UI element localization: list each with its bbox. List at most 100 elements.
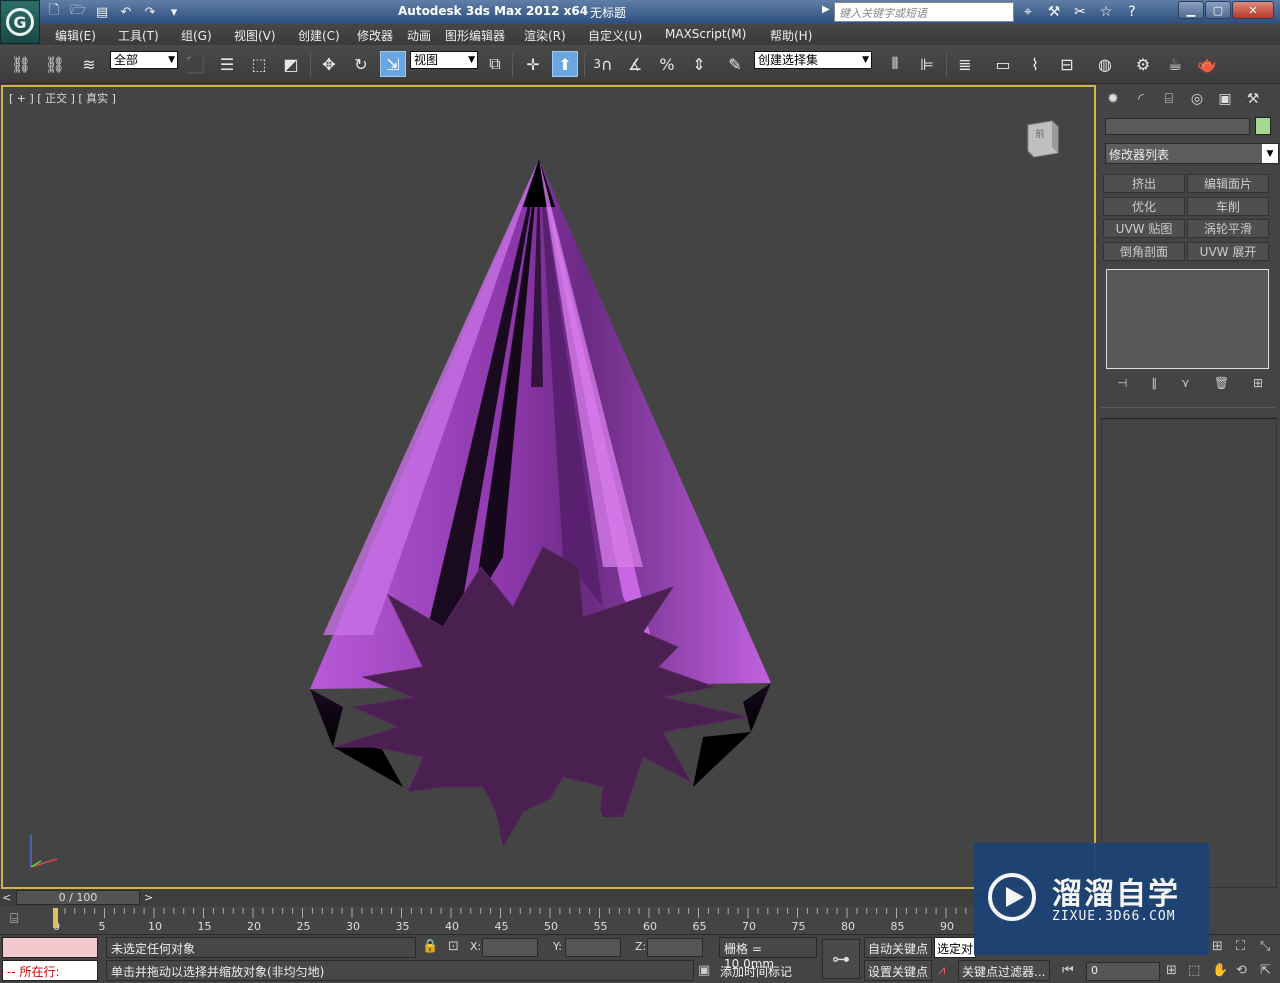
optimize-button[interactable]: 优化 [1103, 197, 1185, 216]
menu-modifiers[interactable]: 修改器 [357, 27, 393, 44]
menu-help[interactable]: 帮助(H) [770, 27, 812, 44]
edit-named-selection-icon[interactable]: ✎ [722, 51, 748, 77]
orbit-icon[interactable]: ⟲ [1236, 963, 1247, 978]
mini-curve-editor-icon[interactable]: ⌸ [10, 911, 32, 929]
select-and-scale-icon[interactable]: ⇲ [380, 51, 406, 77]
menu-views[interactable]: 视图(V) [234, 27, 276, 44]
render-setup-icon[interactable]: ⚙ [1130, 51, 1156, 77]
spinner-snap-icon[interactable]: ⇕ [686, 51, 712, 77]
make-unique-icon[interactable]: ⋎ [1181, 376, 1190, 394]
selection-lock-icon[interactable]: 🔒 [422, 939, 438, 954]
edit-patch-button[interactable]: 编辑面片 [1187, 174, 1269, 193]
menu-graph-editors[interactable]: 图形编辑器 [445, 27, 505, 44]
time-slider-prev-icon[interactable]: < [2, 891, 14, 904]
maximize-toggle-icon[interactable]: ⇱ [1260, 963, 1271, 978]
pivot-center-icon[interactable]: ⧉ [482, 51, 508, 77]
menu-group[interactable]: 组(G) [181, 27, 212, 44]
menu-create[interactable]: 创建(C) [298, 27, 340, 44]
set-key-button[interactable]: 设置关键点 [864, 960, 932, 981]
open-file-icon[interactable]: 🗁 [68, 2, 88, 22]
absolute-mode-icon[interactable]: ⊡ [448, 939, 459, 954]
save-file-icon[interactable]: ▤ [92, 2, 112, 22]
y-coordinate-field[interactable] [565, 938, 621, 957]
track-bar[interactable]: ⌸ 051015202530354045505560657075808590 [0, 906, 980, 934]
x-coordinate-field[interactable] [482, 938, 538, 957]
object-name-field[interactable] [1105, 118, 1250, 135]
show-end-result-icon[interactable]: ∥ [1151, 376, 1157, 394]
maximize-button[interactable]: ▢ [1205, 1, 1231, 19]
modifier-stack[interactable] [1106, 269, 1269, 369]
time-tag-icon[interactable]: ▣ [698, 963, 710, 978]
quick-access-dropdown-icon[interactable]: ▾ [164, 2, 184, 22]
time-slider-next-icon[interactable]: > [144, 891, 156, 904]
help-icon[interactable]: ? [1122, 2, 1142, 22]
search-input[interactable]: 键入关键字或短语 [834, 2, 1014, 22]
select-manipulate-icon[interactable]: ✛ [520, 51, 546, 77]
search-expand-icon[interactable]: ▶ [822, 4, 830, 15]
align-icon[interactable]: ⊫ [914, 51, 940, 77]
display-tab-icon[interactable]: ▣ [1213, 87, 1237, 111]
angle-snap-icon[interactable]: ∡ [622, 51, 648, 77]
maximize-viewport-icon[interactable]: ⤡ [1260, 939, 1270, 954]
select-and-link-icon[interactable]: ⛓ [8, 51, 34, 77]
menu-customize[interactable]: 自定义(U) [588, 27, 642, 44]
current-frame-marker[interactable] [53, 908, 58, 928]
bevel-profile-button[interactable]: 倒角剖面 [1103, 242, 1185, 261]
render-production-icon[interactable]: 🫖 [1194, 51, 1220, 77]
redo-icon[interactable]: ↷ [140, 2, 160, 22]
auto-key-button[interactable]: 自动关键点 [864, 937, 932, 958]
set-key-icon[interactable]: ⊶ [822, 939, 860, 979]
zoom-extents-icon[interactable]: ⊞ [1166, 963, 1177, 978]
maxscript-listener-input[interactable] [2, 937, 98, 958]
lathe-button[interactable]: 车削 [1187, 197, 1269, 216]
key-filters-button[interactable]: 关键点过滤器... [958, 960, 1050, 981]
layer-manager-icon[interactable]: ≣ [952, 51, 978, 77]
utilities-tab-icon[interactable]: ⚒ [1241, 87, 1265, 111]
snaps-toggle-icon[interactable]: 3 ∩ [590, 51, 616, 77]
create-tab-icon[interactable]: ✹ [1101, 87, 1125, 111]
reference-coordinate-dropdown[interactable]: 视图 ▼ [410, 51, 478, 69]
select-by-name-icon[interactable]: ☰ [214, 51, 240, 77]
minimize-button[interactable]: ▁ [1178, 1, 1204, 19]
named-selection-dropdown[interactable]: 创建选择集 ▼ [754, 51, 872, 69]
binoculars-icon[interactable]: ⌖ [1018, 2, 1038, 22]
object-color-swatch[interactable] [1255, 117, 1271, 135]
maxscript-listener-output[interactable]: -- 所在行: [2, 960, 98, 981]
remove-modifier-icon[interactable]: 🗑 [1214, 376, 1229, 394]
zoom-extents-all-icon[interactable]: ⛶ [1236, 939, 1245, 954]
undo-icon[interactable]: ↶ [116, 2, 136, 22]
select-object-icon[interactable]: ⬛ [182, 51, 208, 77]
material-editor-icon[interactable]: ◍ [1092, 51, 1118, 77]
key-selection-dropdown[interactable]: 选定对象 [934, 937, 976, 958]
menu-edit[interactable]: 编辑(E) [55, 27, 96, 44]
go-to-start-icon[interactable]: ⏮ [1062, 963, 1074, 978]
current-frame-field[interactable]: 0 [1086, 962, 1160, 981]
new-file-icon[interactable]: 🗋 [44, 2, 64, 22]
pan-view-icon[interactable]: ✋ [1212, 963, 1228, 978]
add-time-tag-button[interactable]: 添加时间标记 [720, 963, 792, 980]
close-button[interactable]: ✕ [1232, 1, 1274, 19]
keyboard-shortcut-override-icon[interactable]: ⬆ [552, 51, 578, 77]
key-tangent-icon[interactable]: ⩘ [938, 963, 945, 978]
rendered-frame-window-icon[interactable]: ☕ [1162, 51, 1188, 77]
window-crossing-icon[interactable]: ◩ [278, 51, 304, 77]
communication-icon[interactable]: ✂ [1070, 2, 1090, 22]
menu-animation[interactable]: 动画 [407, 27, 431, 44]
curve-editor-icon[interactable]: ⌇ [1022, 51, 1048, 77]
mirror-icon[interactable]: ⫴ [882, 51, 908, 77]
z-coordinate-field[interactable] [647, 938, 703, 957]
zoom-all-icon[interactable]: ⊞ [1212, 939, 1223, 954]
time-slider[interactable]: < 0 / 100 > [0, 889, 980, 906]
subscription-icon[interactable]: ⚒ [1044, 2, 1064, 22]
hierarchy-tab-icon[interactable]: ⌸ [1157, 87, 1181, 111]
percent-snap-icon[interactable]: % [654, 51, 680, 77]
motion-tab-icon[interactable]: ◎ [1185, 87, 1209, 111]
uvw-map-button[interactable]: UVW 贴图 [1103, 219, 1185, 238]
rectangular-selection-icon[interactable]: ⬚ [246, 51, 272, 77]
pin-stack-icon[interactable]: ⊣ [1117, 376, 1127, 394]
modify-tab-icon[interactable]: ◜ [1129, 87, 1153, 111]
graphite-ribbon-icon[interactable]: ▭ [990, 51, 1016, 77]
menu-maxscript[interactable]: MAXScript(M) [665, 27, 746, 41]
favorites-star-icon[interactable]: ☆ [1096, 2, 1116, 22]
menu-rendering[interactable]: 渲染(R) [524, 27, 566, 44]
